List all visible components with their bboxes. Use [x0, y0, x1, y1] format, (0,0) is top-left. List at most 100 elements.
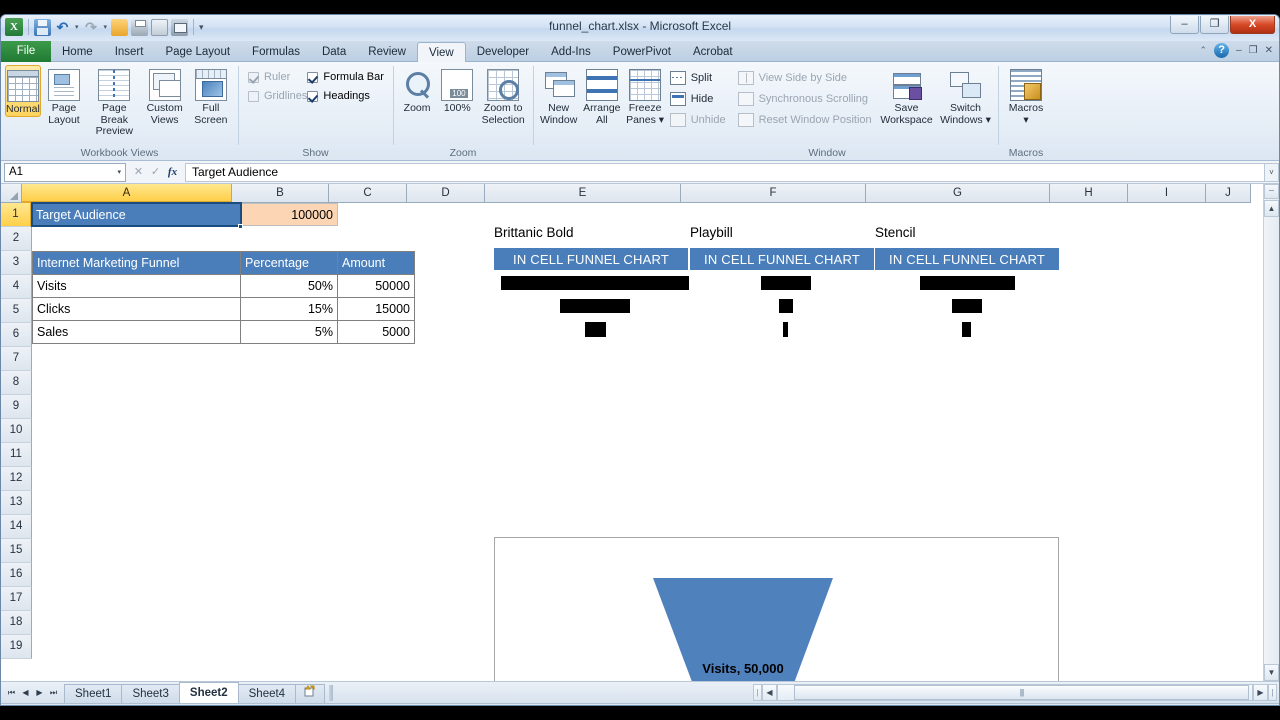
- column-header-F[interactable]: F: [681, 184, 866, 203]
- checkbox-icon[interactable]: [307, 90, 319, 102]
- macros-button[interactable]: Macros ▾: [1002, 65, 1050, 126]
- ribbon-help-buttons[interactable]: ⌃ ? – ❐ ✕: [1200, 43, 1273, 58]
- name-box[interactable]: A1 ▾: [4, 162, 126, 182]
- ribbon-tab-formulas[interactable]: Formulas: [241, 42, 311, 62]
- column-header-H[interactable]: H: [1050, 184, 1128, 203]
- hscroll-thumb[interactable]: [794, 685, 1249, 700]
- incell-banner-1[interactable]: IN CELL FUNNEL CHART: [690, 248, 874, 270]
- row-header-6[interactable]: 6: [1, 323, 32, 347]
- split-box-icon[interactable]: ─: [1264, 184, 1279, 199]
- expand-formula-bar-icon[interactable]: ˅: [1264, 162, 1279, 182]
- window-buttons[interactable]: – ❐ X: [1170, 16, 1275, 34]
- column-header-D[interactable]: D: [407, 184, 485, 203]
- cell-b1[interactable]: 100000: [241, 203, 338, 226]
- tab-split-handle[interactable]: [329, 684, 334, 701]
- doc-restore-icon[interactable]: ❐: [1249, 45, 1258, 56]
- row-header-16[interactable]: 16: [1, 563, 32, 587]
- custom-views-button[interactable]: Custom Views: [142, 65, 188, 126]
- restore-button[interactable]: ❐: [1200, 16, 1229, 34]
- sheet-tab-sheet1[interactable]: Sheet1: [64, 683, 123, 704]
- ribbon-tab-add-ins[interactable]: Add-Ins: [540, 42, 602, 62]
- zoom-button[interactable]: Zoom: [397, 65, 437, 115]
- column-header-B[interactable]: B: [232, 184, 329, 203]
- row-header-3[interactable]: 3: [1, 251, 32, 275]
- row-header-2[interactable]: 2: [1, 227, 32, 251]
- column-header-E[interactable]: E: [485, 184, 681, 203]
- sheet-tab-sheet2[interactable]: Sheet2: [178, 681, 239, 704]
- doc-minimize-icon[interactable]: –: [1236, 45, 1242, 56]
- ribbon-tab-data[interactable]: Data: [311, 42, 357, 62]
- row-header-17[interactable]: 17: [1, 587, 32, 611]
- cancel-formula-icon[interactable]: ✕: [130, 163, 147, 182]
- hscroll-track[interactable]: [777, 684, 1253, 701]
- zoom-100-button[interactable]: 100%: [437, 65, 477, 115]
- page-layout-button[interactable]: Page Layout: [41, 65, 87, 126]
- page-break-preview-button[interactable]: Page Break Preview: [87, 65, 141, 138]
- normal-view-button[interactable]: Normal: [5, 65, 41, 117]
- row-header-7[interactable]: 7: [1, 347, 32, 371]
- help-icon[interactable]: ?: [1214, 43, 1230, 58]
- new-window-button[interactable]: New Window: [537, 65, 580, 126]
- column-header-A[interactable]: A: [22, 184, 232, 203]
- row-header-12[interactable]: 12: [1, 467, 32, 491]
- ribbon-tab-developer[interactable]: Developer: [466, 42, 540, 62]
- row-header-14[interactable]: 14: [1, 515, 32, 539]
- cell-a4[interactable]: Visits: [32, 274, 241, 298]
- ribbon-tab-powerpivot[interactable]: PowerPivot: [602, 42, 682, 62]
- checkbox-icon[interactable]: [248, 71, 259, 83]
- prev-sheet-icon[interactable]: ◀: [19, 686, 32, 700]
- save-workspace-button[interactable]: Save Workspace: [876, 65, 937, 126]
- chevron-down-icon[interactable]: ▾: [117, 168, 121, 176]
- scroll-left-icon[interactable]: ◀: [762, 684, 777, 701]
- new-sheet-icon[interactable]: [295, 683, 326, 704]
- row-header-15[interactable]: 15: [1, 539, 32, 563]
- ribbon-tab-home[interactable]: Home: [51, 42, 104, 62]
- cell-a5[interactable]: Clicks: [32, 297, 241, 321]
- headings-checkbox[interactable]: Headings: [307, 90, 389, 102]
- freeze-panes-button[interactable]: Freeze Panes ▾: [623, 65, 666, 126]
- next-sheet-icon[interactable]: ▶: [33, 686, 46, 700]
- ribbon-tab-view[interactable]: View: [417, 42, 466, 63]
- incell-banner-2[interactable]: IN CELL FUNNEL CHART: [875, 248, 1059, 270]
- enter-formula-icon[interactable]: ✓: [147, 163, 164, 182]
- ruler-checkbox[interactable]: Ruler: [248, 71, 307, 83]
- cell-c6[interactable]: 5000: [337, 320, 415, 344]
- column-header-C[interactable]: C: [329, 184, 407, 203]
- row-header-19[interactable]: 19: [1, 635, 32, 659]
- cell-b6[interactable]: 5%: [240, 320, 338, 344]
- ribbon-tab-page-layout[interactable]: Page Layout: [154, 42, 241, 62]
- horizontal-scrollbar[interactable]: | ◀ ▶ |: [753, 684, 1277, 701]
- sheet-tab-sheet4[interactable]: Sheet4: [237, 683, 297, 704]
- hide-button[interactable]: Hide: [667, 91, 729, 107]
- minimize-button[interactable]: –: [1170, 16, 1199, 34]
- cell-b3[interactable]: Percentage: [240, 251, 338, 275]
- scroll-down-icon[interactable]: ▼: [1264, 664, 1279, 681]
- row-header-10[interactable]: 10: [1, 419, 32, 443]
- sheet-tab-sheet3[interactable]: Sheet3: [121, 683, 180, 704]
- scroll-up-icon[interactable]: ▲: [1264, 200, 1279, 217]
- cell-c4[interactable]: 50000: [337, 274, 415, 298]
- row-header-9[interactable]: 9: [1, 395, 32, 419]
- fill-handle[interactable]: [238, 224, 243, 229]
- minimize-ribbon-icon[interactable]: ⌃: [1200, 45, 1208, 56]
- ribbon-tab-acrobat[interactable]: Acrobat: [682, 42, 744, 62]
- formula-bar-checkbox[interactable]: Formula Bar: [307, 71, 389, 83]
- cell-b5[interactable]: 15%: [240, 297, 338, 321]
- vertical-scrollbar[interactable]: ─ ▲ ▼: [1263, 184, 1279, 681]
- cell-a3[interactable]: Internet Marketing Funnel: [32, 251, 241, 275]
- zoom-to-selection-button[interactable]: Zoom to Selection: [477, 65, 529, 126]
- row-header-4[interactable]: 4: [1, 275, 32, 299]
- insert-function-icon[interactable]: fx: [164, 163, 181, 182]
- ribbon-tab-insert[interactable]: Insert: [104, 42, 155, 62]
- select-all-corner[interactable]: [1, 184, 22, 203]
- hscroll-left-grip[interactable]: |: [753, 684, 762, 701]
- formula-input[interactable]: Target Audience: [185, 162, 1264, 182]
- row-header-11[interactable]: 11: [1, 443, 32, 467]
- incell-banner-0[interactable]: IN CELL FUNNEL CHART: [494, 248, 688, 270]
- cell-c3[interactable]: Amount: [337, 251, 415, 275]
- column-header-I[interactable]: I: [1128, 184, 1206, 203]
- cell-c5[interactable]: 15000: [337, 297, 415, 321]
- cell-a6[interactable]: Sales: [32, 320, 241, 344]
- arrange-all-button[interactable]: Arrange All: [580, 65, 623, 126]
- sheet-nav-buttons[interactable]: ⏮ ◀ ▶ ⏭: [1, 686, 64, 700]
